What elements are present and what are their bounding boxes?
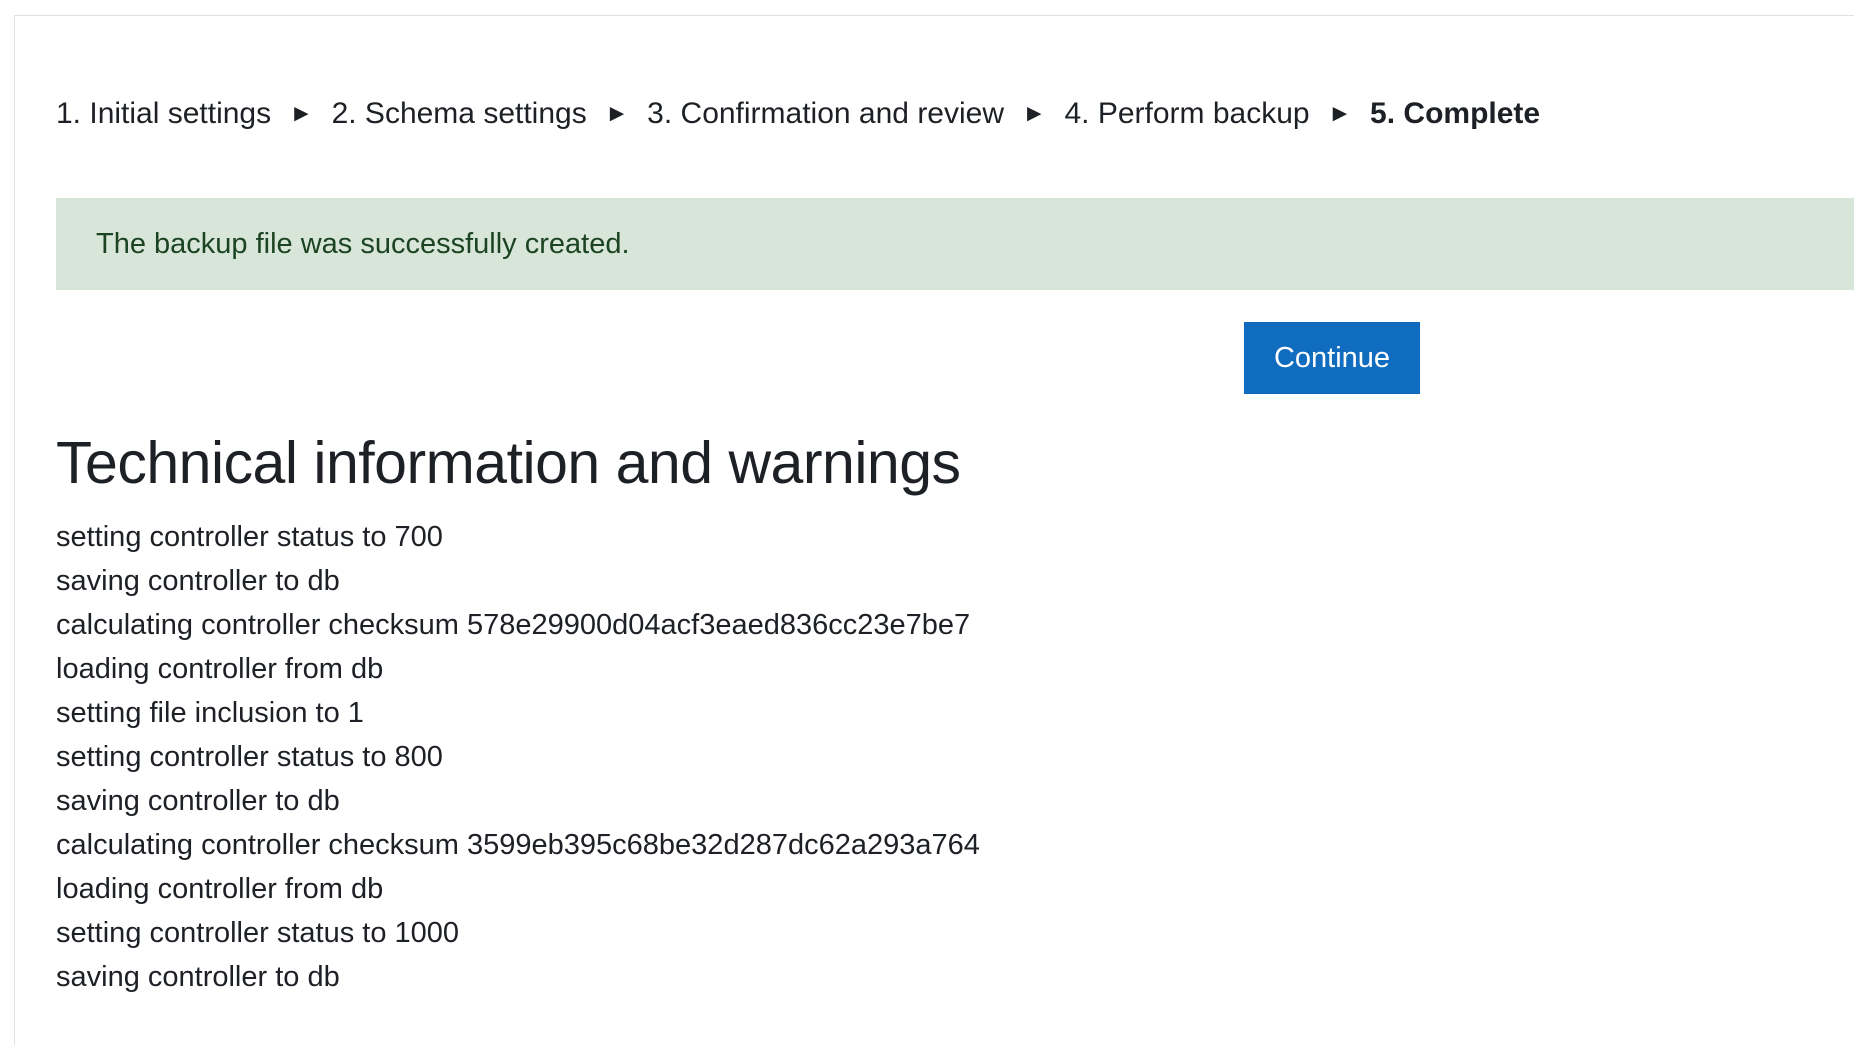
technical-info-heading: Technical information and warnings [56,430,961,496]
log-line: calculating controller checksum 578e2990… [56,609,971,641]
progress-separator-icon: ► [605,100,629,127]
log-line: setting controller status to 1000 [56,917,460,949]
continue-button[interactable]: Continue [1244,322,1420,394]
log-line: setting file inclusion to 1 [56,697,364,729]
log-line: calculating controller checksum 3599eb39… [56,829,980,861]
log-line: loading controller from db [56,653,384,685]
progress-step-confirmation-review: 3. Confirmation and review [647,97,1005,130]
progress-separator-icon: ► [1022,100,1047,127]
progress-step-schema-settings: 2. Schema settings [331,97,587,130]
backup-progress-breadcrumb: 1. Initial settings ► 2. Schema settings… [56,92,1540,136]
progress-step-complete: 5. Complete [1370,97,1541,130]
success-alert: The backup file was successfully created… [56,198,1854,290]
log-line: saving controller to db [56,565,340,597]
log-line: saving controller to db [56,961,340,993]
success-alert-message: The backup file was successfully created… [96,228,630,260]
technical-log-list: setting controller status to 700 saving … [56,515,980,999]
progress-step-initial-settings: 1. Initial settings [56,97,272,130]
progress-separator-icon: ► [1327,100,1352,127]
progress-step-perform-backup: 4. Perform backup [1064,97,1310,130]
progress-separator-icon: ► [289,100,314,127]
log-line: setting controller status to 700 [56,521,443,553]
log-line: saving controller to db [56,785,340,817]
log-line: loading controller from db [56,873,384,905]
log-line: setting controller status to 800 [56,741,443,773]
